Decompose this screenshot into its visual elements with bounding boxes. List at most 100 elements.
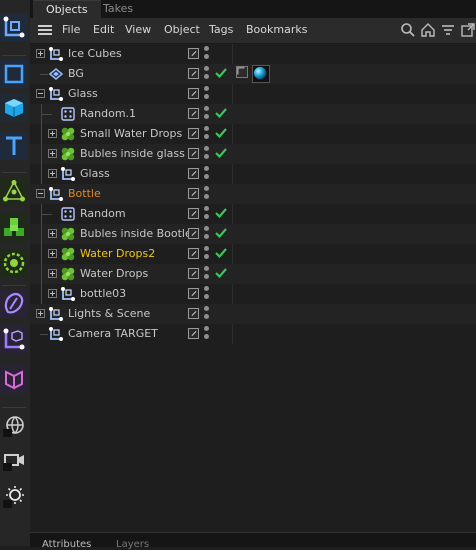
visibility-dots[interactable]: [204, 146, 210, 162]
visibility-dots[interactable]: [204, 206, 210, 222]
enabled-check-icon[interactable]: [214, 106, 228, 120]
object-name[interactable]: Glass: [68, 87, 98, 100]
null-object-icon[interactable]: [0, 13, 28, 41]
enabled-check-icon[interactable]: [214, 146, 228, 160]
object-row[interactable]: Bubles inside glass: [30, 144, 476, 164]
object-name[interactable]: bottle03: [80, 287, 126, 300]
scene-globe-icon[interactable]: [0, 412, 28, 440]
object-name[interactable]: Lights & Scene: [68, 307, 150, 320]
collapse-icon[interactable]: [36, 89, 45, 98]
cube-3d-icon[interactable]: [0, 94, 28, 122]
tab-takes[interactable]: Takes: [90, 0, 146, 18]
object-row[interactable]: Bottle: [30, 184, 476, 204]
home-icon[interactable]: [420, 22, 436, 38]
expand-icon[interactable]: [48, 229, 57, 238]
visibility-dots[interactable]: [204, 266, 210, 282]
object-row[interactable]: Glass: [30, 164, 476, 184]
object-row[interactable]: Random.1: [30, 104, 476, 124]
expand-icon[interactable]: [48, 289, 57, 298]
visibility-dots[interactable]: [204, 126, 210, 142]
matrix-icon[interactable]: [0, 214, 28, 242]
object-name[interactable]: Water Drops2: [80, 247, 155, 260]
object-row[interactable]: bottle03: [30, 284, 476, 304]
object-row[interactable]: Small Water Drops: [30, 124, 476, 144]
menu-file[interactable]: File: [62, 23, 80, 36]
layer-edit-icon[interactable]: [188, 108, 199, 119]
visibility-dots[interactable]: [204, 166, 210, 182]
mograph-cloner-icon[interactable]: [0, 177, 28, 205]
enabled-check-icon[interactable]: [214, 66, 228, 80]
visibility-dots[interactable]: [204, 66, 210, 82]
tab-layers[interactable]: Layers: [116, 539, 149, 550]
enabled-check-icon[interactable]: [214, 126, 228, 140]
layer-edit-icon[interactable]: [188, 248, 199, 259]
object-row[interactable]: Random: [30, 204, 476, 224]
expand-icon[interactable]: [48, 169, 57, 178]
object-name[interactable]: Camera TARGET: [68, 327, 158, 340]
menu-bookmarks[interactable]: Bookmarks: [246, 23, 307, 36]
object-row[interactable]: Camera TARGET: [30, 324, 476, 344]
object-row[interactable]: Glass: [30, 84, 476, 104]
layer-edit-icon[interactable]: [188, 208, 199, 219]
visibility-dots[interactable]: [204, 106, 210, 122]
expand-icon[interactable]: [48, 269, 57, 278]
layer-edit-icon[interactable]: [188, 188, 199, 199]
menu-edit[interactable]: Edit: [93, 23, 114, 36]
visibility-dots[interactable]: [204, 186, 210, 202]
visibility-dots[interactable]: [204, 286, 210, 302]
visibility-dots[interactable]: [204, 306, 210, 322]
visibility-dots[interactable]: [204, 226, 210, 242]
search-icon[interactable]: [400, 22, 416, 38]
layer-edit-icon[interactable]: [188, 308, 199, 319]
layer-edit-icon[interactable]: [188, 48, 199, 59]
expand-icon[interactable]: [48, 249, 57, 258]
visibility-dots[interactable]: [204, 86, 210, 102]
hamburger-menu-icon[interactable]: [38, 25, 52, 35]
object-name[interactable]: Small Water Drops: [80, 127, 182, 140]
layer-edit-icon[interactable]: [188, 268, 199, 279]
light-icon[interactable]: [0, 483, 28, 511]
visibility-dots[interactable]: [204, 246, 210, 262]
enabled-check-icon[interactable]: [214, 226, 228, 240]
compositing-tag-icon[interactable]: [236, 66, 248, 78]
object-name[interactable]: Bubles inside glass: [80, 147, 185, 160]
object-row[interactable]: Bubles inside Bootle: [30, 224, 476, 244]
object-name[interactable]: BG: [68, 67, 84, 80]
enabled-check-icon[interactable]: [214, 206, 228, 220]
object-name[interactable]: Random: [80, 207, 126, 220]
object-name[interactable]: Glass: [80, 167, 110, 180]
enabled-check-icon[interactable]: [214, 266, 228, 280]
object-row[interactable]: Water Drops: [30, 264, 476, 284]
text-spline-icon[interactable]: [0, 132, 28, 160]
object-name[interactable]: Ice Cubes: [68, 47, 122, 60]
object-row[interactable]: Lights & Scene: [30, 304, 476, 324]
new-window-icon[interactable]: [460, 22, 476, 38]
layer-edit-icon[interactable]: [188, 228, 199, 239]
material-tag-icon[interactable]: [252, 65, 270, 83]
enabled-check-icon[interactable]: [214, 246, 228, 260]
object-row[interactable]: BG: [30, 64, 476, 84]
layer-edit-icon[interactable]: [188, 328, 199, 339]
layer-edit-icon[interactable]: [188, 148, 199, 159]
menu-object[interactable]: Object: [164, 23, 200, 36]
visibility-dots[interactable]: [204, 326, 210, 342]
layer-edit-icon[interactable]: [188, 68, 199, 79]
effector-icon[interactable]: [0, 249, 28, 277]
layer-edit-icon[interactable]: [188, 168, 199, 179]
layer-edit-icon[interactable]: [188, 288, 199, 299]
cube-primitive-icon[interactable]: [0, 60, 28, 88]
tab-attributes[interactable]: Attributes: [42, 539, 91, 550]
camera-icon[interactable]: [0, 446, 28, 474]
object-name[interactable]: Water Drops: [80, 267, 148, 280]
expand-icon[interactable]: [36, 309, 45, 318]
expand-icon[interactable]: [48, 149, 57, 158]
layer-edit-icon[interactable]: [188, 128, 199, 139]
filter-icon[interactable]: [440, 22, 456, 38]
collapse-icon[interactable]: [36, 189, 45, 198]
object-name[interactable]: Random.1: [80, 107, 136, 120]
object-name[interactable]: Bubles inside Bootle: [80, 227, 192, 240]
menu-tags[interactable]: Tags: [209, 23, 233, 36]
visibility-dots[interactable]: [204, 46, 210, 62]
null-cube-icon[interactable]: [0, 325, 28, 353]
menu-view[interactable]: View: [125, 23, 151, 36]
